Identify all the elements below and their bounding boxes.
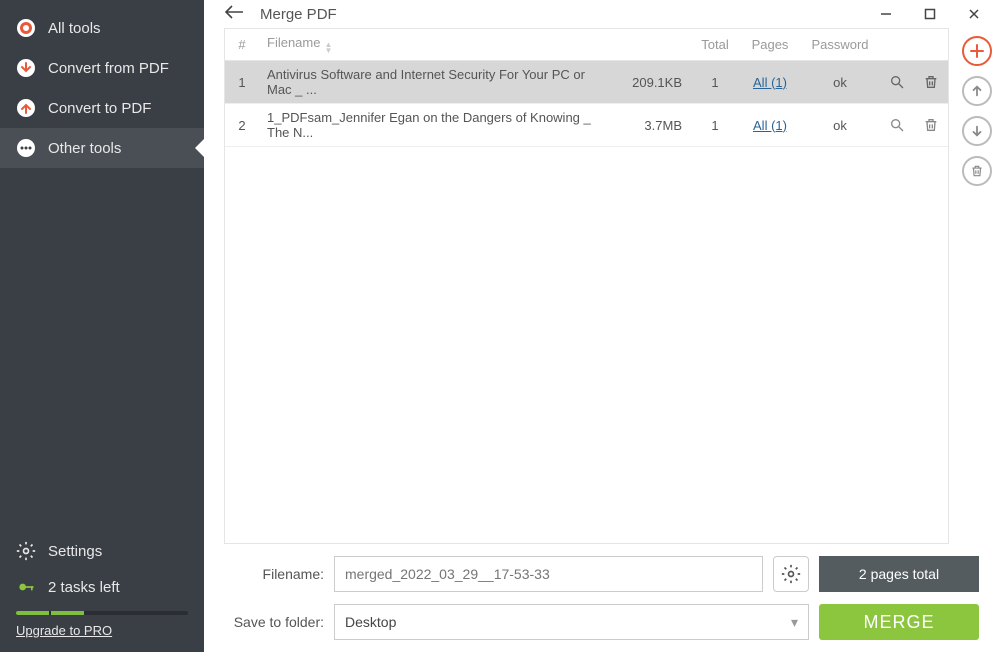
col-header-size bbox=[610, 29, 690, 61]
row-num: 2 bbox=[225, 104, 259, 147]
sidebar-item-label: All tools bbox=[48, 20, 101, 37]
row-filename: 1_PDFsam_Jennifer Egan on the Dangers of… bbox=[259, 104, 610, 147]
delete-row-button[interactable] bbox=[923, 74, 939, 89]
close-button[interactable] bbox=[957, 0, 991, 28]
merge-button[interactable]: MERGE bbox=[819, 604, 979, 640]
row-pages-link[interactable]: All (1) bbox=[753, 118, 787, 133]
bottom-form: Filename: 2 pages total Save to folder: … bbox=[204, 544, 999, 654]
sidebar-bottom: Settings 2 tasks left Upgrade to PRO bbox=[0, 527, 204, 652]
preview-button[interactable] bbox=[889, 74, 905, 89]
col-header-total[interactable]: Total bbox=[690, 29, 740, 61]
sidebar-item-other-tools[interactable]: Other tools bbox=[0, 128, 204, 168]
upgrade-section: Upgrade to PRO bbox=[0, 611, 204, 638]
sidebar-item-label: Other tools bbox=[48, 140, 121, 157]
row-filename: Antivirus Software and Internet Security… bbox=[259, 61, 610, 104]
sidebar-item-convert-from-pdf[interactable]: Convert from PDF bbox=[0, 48, 204, 88]
move-up-button[interactable] bbox=[962, 76, 992, 106]
row-num: 1 bbox=[225, 61, 259, 104]
gear-icon bbox=[16, 541, 36, 561]
savefolder-label: Save to folder: bbox=[224, 614, 324, 630]
table-row[interactable]: 1 Antivirus Software and Internet Securi… bbox=[225, 61, 948, 104]
back-button[interactable] bbox=[224, 4, 254, 25]
action-column bbox=[955, 28, 999, 544]
arrow-down-circle-icon bbox=[16, 58, 36, 78]
sidebar: All tools Convert from PDF Convert to PD… bbox=[0, 0, 204, 652]
window-controls bbox=[869, 0, 991, 28]
table-row[interactable]: 2 1_PDFsam_Jennifer Egan on the Dangers … bbox=[225, 104, 948, 147]
filename-settings-button[interactable] bbox=[773, 556, 809, 592]
row-password: ok bbox=[800, 61, 880, 104]
target-icon bbox=[16, 18, 36, 38]
files-table: # Filename▲▼ Total Pages Password 1 Anti… bbox=[225, 29, 948, 147]
clear-all-button[interactable] bbox=[962, 156, 992, 186]
sidebar-item-label: Convert from PDF bbox=[48, 60, 169, 77]
sidebar-nav: All tools Convert from PDF Convert to PD… bbox=[0, 0, 204, 527]
preview-button[interactable] bbox=[889, 117, 905, 132]
row-total: 1 bbox=[690, 61, 740, 104]
sidebar-item-convert-to-pdf[interactable]: Convert to PDF bbox=[0, 88, 204, 128]
row-pages-link[interactable]: All (1) bbox=[753, 75, 787, 90]
move-down-button[interactable] bbox=[962, 116, 992, 146]
col-header-num[interactable]: # bbox=[225, 29, 259, 61]
tasks-bar bbox=[16, 611, 188, 615]
savefolder-select[interactable]: Desktop ▾ bbox=[334, 604, 809, 640]
filename-input[interactable] bbox=[334, 556, 763, 592]
minimize-button[interactable] bbox=[869, 0, 903, 28]
col-header-password[interactable]: Password bbox=[800, 29, 880, 61]
add-file-button[interactable] bbox=[962, 36, 992, 66]
row-size: 3.7MB bbox=[610, 104, 690, 147]
chevron-down-icon: ▾ bbox=[791, 614, 798, 631]
filename-row: Filename: 2 pages total bbox=[224, 556, 979, 592]
savefolder-value: Desktop bbox=[345, 614, 396, 630]
col-header-filename[interactable]: Filename▲▼ bbox=[259, 29, 610, 61]
sidebar-settings[interactable]: Settings bbox=[0, 533, 204, 569]
page-title: Merge PDF bbox=[260, 6, 337, 23]
table-scroll[interactable]: # Filename▲▼ Total Pages Password 1 Anti… bbox=[224, 28, 949, 544]
content: # Filename▲▼ Total Pages Password 1 Anti… bbox=[204, 28, 999, 544]
filename-label: Filename: bbox=[224, 566, 324, 582]
row-total: 1 bbox=[690, 104, 740, 147]
titlebar: Merge PDF bbox=[204, 0, 999, 28]
file-list: # Filename▲▼ Total Pages Password 1 Anti… bbox=[204, 28, 955, 544]
pages-total-badge: 2 pages total bbox=[819, 556, 979, 592]
sidebar-item-all-tools[interactable]: All tools bbox=[0, 8, 204, 48]
row-password: ok bbox=[800, 104, 880, 147]
row-size: 209.1KB bbox=[610, 61, 690, 104]
upgrade-link[interactable]: Upgrade to PRO bbox=[16, 623, 112, 638]
dots-circle-icon bbox=[16, 138, 36, 158]
col-header-pages[interactable]: Pages bbox=[740, 29, 800, 61]
arrow-up-circle-icon bbox=[16, 98, 36, 118]
sidebar-settings-label: Settings bbox=[48, 543, 102, 560]
savefolder-row: Save to folder: Desktop ▾ MERGE bbox=[224, 604, 979, 640]
delete-row-button[interactable] bbox=[923, 117, 939, 132]
main-panel: Merge PDF # Filename▲▼ Total Pages Passw… bbox=[204, 0, 999, 652]
sidebar-item-label: Convert to PDF bbox=[48, 100, 151, 117]
sort-icon: ▲▼ bbox=[324, 42, 332, 54]
key-icon bbox=[16, 577, 36, 597]
sidebar-tasks-label: 2 tasks left bbox=[48, 579, 120, 596]
maximize-button[interactable] bbox=[913, 0, 947, 28]
sidebar-tasks-left[interactable]: 2 tasks left bbox=[0, 569, 204, 605]
